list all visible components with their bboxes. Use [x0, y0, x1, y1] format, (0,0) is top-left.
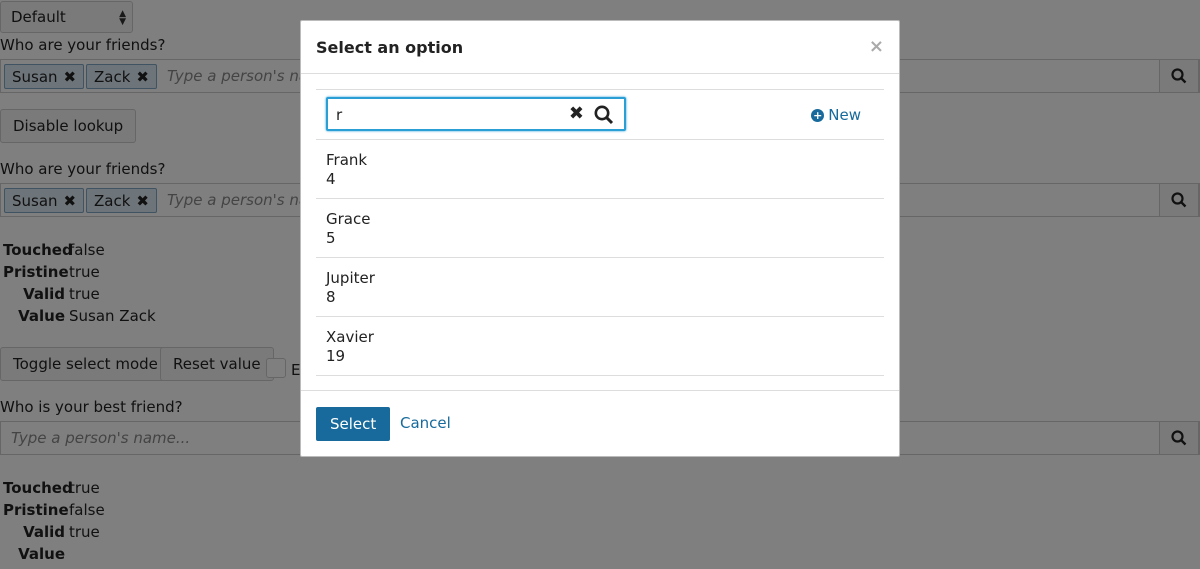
new-link[interactable]: + New	[811, 106, 861, 124]
select-option-modal: Select an option × ✖ +New Frank 4 Grace …	[300, 20, 900, 457]
plus-circle-icon: +	[811, 109, 825, 122]
modal-toolbar: ✖ +New	[316, 89, 884, 140]
search-icon[interactable]	[594, 105, 614, 129]
results-list: Frank 4 Grace 5 Jupiter 8 Xavier 19	[316, 140, 884, 376]
result-id: 5	[326, 229, 336, 247]
result-name: Xavier	[326, 328, 374, 346]
clear-search-icon[interactable]: ✖	[569, 103, 584, 124]
modal-footer: Select Cancel	[301, 390, 899, 458]
result-row[interactable]: Frank 4	[316, 140, 884, 199]
result-row[interactable]: Jupiter 8	[316, 258, 884, 317]
modal-search-box: ✖	[326, 97, 626, 131]
result-row[interactable]: Grace 5	[316, 199, 884, 258]
result-name: Jupiter	[326, 269, 375, 287]
modal-search-input[interactable]	[336, 104, 556, 126]
result-id: 8	[326, 288, 336, 306]
result-row[interactable]: Xavier 19	[316, 317, 884, 376]
result-id: 4	[326, 170, 336, 188]
modal-title: Select an option	[316, 38, 464, 57]
result-name: Grace	[326, 210, 371, 228]
select-button[interactable]: Select	[316, 407, 391, 441]
modal-header: Select an option ×	[301, 21, 899, 74]
new-link-label: New	[828, 106, 861, 124]
cancel-link[interactable]: Cancel	[400, 414, 451, 432]
close-icon[interactable]: ×	[869, 36, 884, 57]
result-id: 19	[326, 347, 346, 365]
result-name: Frank	[326, 151, 368, 169]
